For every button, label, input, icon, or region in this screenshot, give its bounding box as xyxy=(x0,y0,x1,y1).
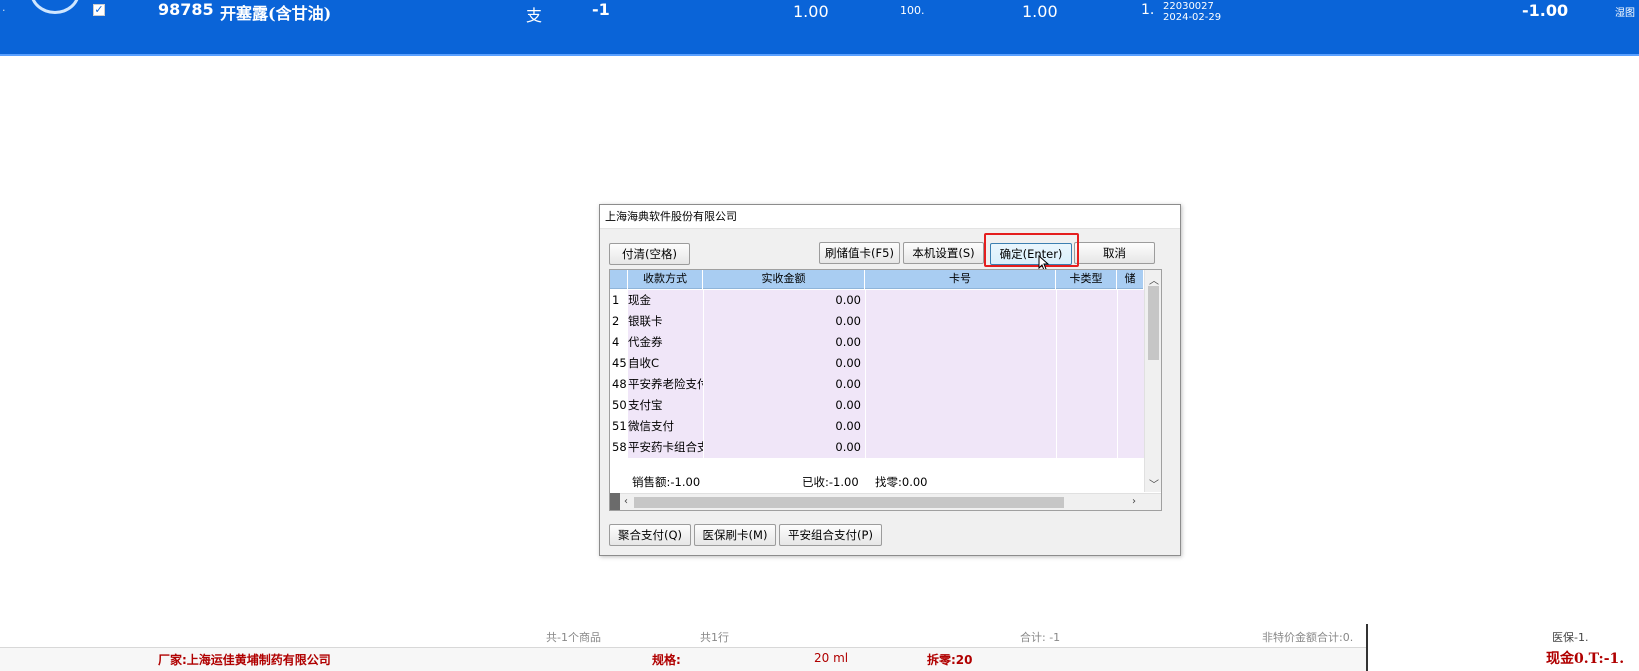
settings-button[interactable]: 本机设置(S) xyxy=(903,242,984,264)
non-special-total: 非特价金额合计:0. xyxy=(1262,631,1354,644)
table-row[interactable]: 51 微信支付 0.00 xyxy=(610,416,1144,437)
row-card-no[interactable] xyxy=(866,311,1056,332)
expiry-date: 2024-02-29 xyxy=(1163,12,1222,23)
pingan-combo-button[interactable]: 平安组合支付(P) xyxy=(779,524,882,546)
product-actual-price: 1.00 xyxy=(1022,2,1058,21)
row-card-no[interactable] xyxy=(866,437,1056,458)
row-stored xyxy=(1118,416,1144,437)
dialog-title: 上海海典软件股份有限公司 xyxy=(600,205,1180,229)
product-discount: 100. xyxy=(900,4,925,17)
cash-total: 现金0.T:-1. xyxy=(1546,651,1625,667)
row-amount[interactable]: 0.00 xyxy=(704,311,865,332)
table-row[interactable]: 50 支付宝 0.00 xyxy=(610,395,1144,416)
scroll-down-icon[interactable]: ﹀ xyxy=(1149,476,1159,491)
header-card-type[interactable]: 卡类型 xyxy=(1056,270,1117,289)
row-stored xyxy=(1118,353,1144,374)
header-card-no[interactable]: 卡号 xyxy=(865,270,1056,289)
row-amount[interactable]: 0.00 xyxy=(704,416,865,437)
change-amount: 找零:0.00 xyxy=(875,475,928,489)
row-card-no[interactable] xyxy=(866,395,1056,416)
table-row[interactable]: 58 平安药卡组合支 0.00 xyxy=(610,437,1144,458)
table-row[interactable]: 45 自收C 0.00 xyxy=(610,353,1144,374)
spec-label: 规格: xyxy=(652,653,681,667)
cut-off-text: 湿图 xyxy=(1615,8,1635,19)
scroll-up-icon[interactable]: ︿ xyxy=(1149,272,1159,287)
row-amount[interactable]: 0.00 xyxy=(704,395,865,416)
row-card-type xyxy=(1057,437,1117,458)
batch-number: 22030027 xyxy=(1163,1,1214,12)
product-price: 1.00 xyxy=(793,2,829,21)
row-card-type xyxy=(1057,374,1117,395)
vertical-scroll-thumb[interactable] xyxy=(1148,286,1159,360)
row-card-type xyxy=(1057,395,1117,416)
manufacturer: 厂家:上海运佳黄埔制药有限公司 xyxy=(158,653,331,667)
product-name: 开塞露(含甘油) xyxy=(220,4,332,23)
table-row[interactable]: 1 现金 0.00 xyxy=(610,290,1144,311)
row-stored xyxy=(1118,395,1144,416)
row-pay-type: 平安养老险支付 xyxy=(628,377,703,391)
row-amount[interactable]: 0.00 xyxy=(704,437,865,458)
row-card-no[interactable] xyxy=(866,290,1056,311)
row-card-type xyxy=(1057,353,1117,374)
row-card-no[interactable] xyxy=(866,416,1056,437)
row-amount[interactable]: 0.00 xyxy=(704,353,865,374)
highlight-box xyxy=(984,233,1079,267)
row-count: 共1行 xyxy=(700,631,729,644)
app-logo-icon xyxy=(30,0,80,14)
product-qty: -1 xyxy=(592,0,610,19)
row-card-no[interactable] xyxy=(866,332,1056,353)
product-price-4: 1. xyxy=(1141,2,1155,18)
row-card-type xyxy=(1057,290,1117,311)
row-card-type xyxy=(1057,311,1117,332)
product-total: -1.00 xyxy=(1522,1,1569,20)
row-card-type xyxy=(1057,416,1117,437)
header-amount[interactable]: 实收金额 xyxy=(703,270,865,289)
product-unit: 支 xyxy=(526,6,543,25)
cancel-button[interactable]: 取消 xyxy=(1074,242,1155,264)
received-amount: 已收:-1.00 xyxy=(802,475,859,489)
row-card-no[interactable] xyxy=(866,353,1056,374)
row-stored xyxy=(1118,311,1144,332)
product-code: 98785 xyxy=(158,0,214,19)
pay-all-button[interactable]: 付清(空格) xyxy=(609,243,690,265)
sales-amount: 销售额:-1.00 xyxy=(632,475,701,489)
row-stored xyxy=(1118,374,1144,395)
row-edge-mark: · xyxy=(2,4,6,17)
grid-header: 收款方式 实收金额 卡号 卡类型 储 xyxy=(610,270,1144,289)
product-batch: 22030027 2024-02-29 xyxy=(1163,1,1221,23)
table-row[interactable]: 2 银联卡 0.00 xyxy=(610,311,1144,332)
row-stored xyxy=(1118,437,1144,458)
aggregate-pay-button[interactable]: 聚合支付(Q) xyxy=(609,524,691,546)
header-index xyxy=(610,270,628,289)
row-pay-type: 平安药卡组合支 xyxy=(628,440,703,454)
vertical-scrollbar[interactable]: ︿ ﹀ xyxy=(1144,270,1161,492)
split-unit: 拆零:20 xyxy=(927,653,973,667)
table-row[interactable]: 4 代金券 0.00 xyxy=(610,332,1144,353)
scroll-corner xyxy=(610,493,620,510)
scroll-right-icon[interactable]: › xyxy=(1132,496,1136,507)
medical-card-button[interactable]: 医保刷卡(M) xyxy=(694,524,776,546)
header-pay-type[interactable]: 收款方式 xyxy=(628,270,703,289)
footer-total: 合计: -1 xyxy=(1020,631,1061,644)
row-stored xyxy=(1118,290,1144,311)
row-card-no[interactable] xyxy=(866,374,1056,395)
payment-dialog: 上海海典软件股份有限公司 付清(空格) 刷储值卡(F5) 本机设置(S) 确定(… xyxy=(599,204,1181,556)
horizontal-scrollbar[interactable]: ‹ › xyxy=(610,493,1161,510)
spec-value: 20 ml xyxy=(814,651,849,665)
item-count: 共-1个商品 xyxy=(546,631,601,644)
row-checkbox[interactable]: ✓ xyxy=(93,4,105,16)
row-amount[interactable]: 0.00 xyxy=(704,374,865,395)
scroll-left-icon[interactable]: ‹ xyxy=(624,496,628,507)
stored-card-button[interactable]: 刷储值卡(F5) xyxy=(819,242,900,264)
horizontal-scroll-thumb[interactable] xyxy=(634,497,1064,508)
selected-product-row[interactable]: · ✓ 98785 开塞露(含甘油) 支 -1 1.00 100. 1.00 1… xyxy=(0,0,1639,56)
row-card-type xyxy=(1057,332,1117,353)
header-stored[interactable]: 储 xyxy=(1117,270,1144,289)
row-stored xyxy=(1118,332,1144,353)
row-amount[interactable]: 0.00 xyxy=(704,290,865,311)
table-row[interactable]: 48 平安养老险支付 0.00 xyxy=(610,374,1144,395)
payment-grid: 收款方式 实收金额 卡号 卡类型 储 1 现金 0.00 2 银联卡 0.00 xyxy=(609,269,1162,511)
row-amount[interactable]: 0.00 xyxy=(704,332,865,353)
